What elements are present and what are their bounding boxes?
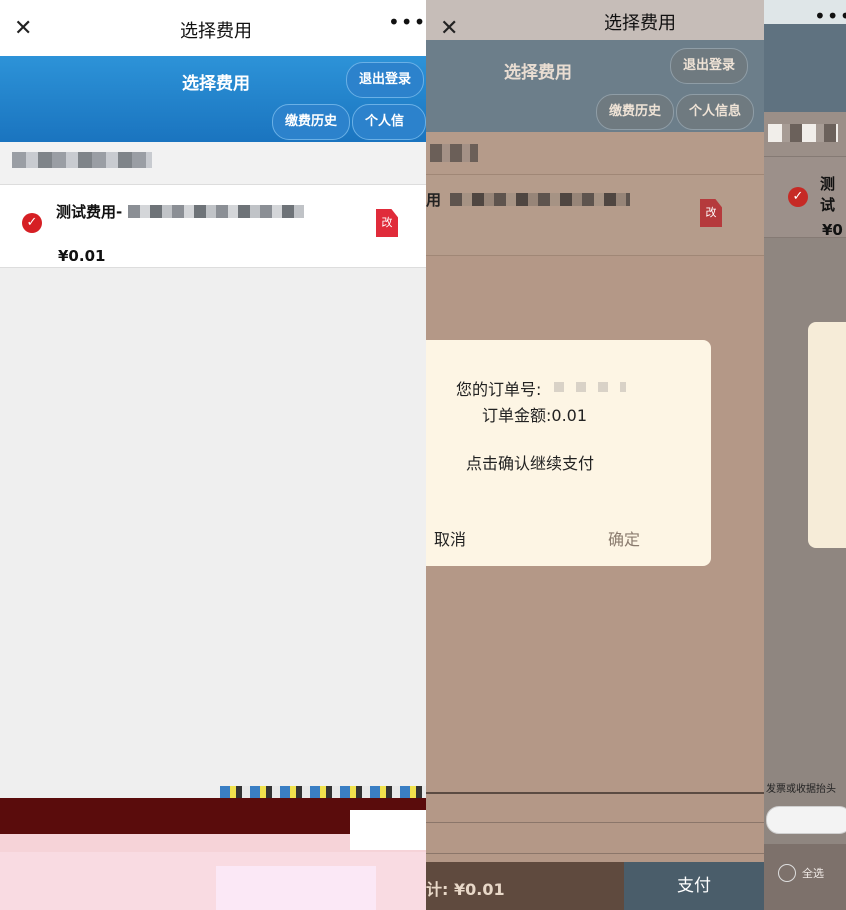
fee-name: 测试 (820, 175, 836, 214)
confirm-button[interactable]: 确定 (608, 526, 640, 550)
fee-name: 用 (426, 191, 442, 209)
invoice-input[interactable] (766, 806, 846, 834)
more-icon[interactable]: ••• (388, 10, 426, 34)
check-icon[interactable]: ✓ (788, 187, 808, 207)
order-total: 计: ¥0.01 (426, 880, 505, 899)
edit-icon[interactable]: 改 (700, 199, 722, 227)
screen-order-confirm: ✕ 选择费用 选择费用 退出登录 缴费历史 个人信息 用 改 您的订单号: 订单… (426, 0, 764, 910)
logout-button[interactable]: 退出登录 (670, 48, 749, 84)
redacted-order-number (554, 382, 626, 392)
check-icon[interactable]: ✓ (22, 213, 42, 233)
payment-history-button[interactable]: 缴费历史 (596, 94, 675, 130)
page-title: 选择费用 (182, 74, 250, 94)
redacted-account (768, 124, 838, 142)
order-confirm-dialog: 您的订单号: 订单金额:0.01 点击确认继续支付 取消 确定 (426, 340, 711, 566)
account-info-band (426, 132, 764, 175)
dialog-edge (808, 322, 846, 548)
order-amount: 订单金额:0.01 (482, 406, 588, 425)
redacted-fee-detail (450, 193, 630, 206)
logout-button[interactable]: 退出登录 (346, 62, 425, 98)
redacted-account (12, 152, 152, 168)
fee-list-item[interactable]: 用 改 (426, 175, 764, 256)
footer-bar: 全选 (764, 844, 846, 910)
window-title: 选择费用 (604, 13, 676, 34)
edit-icon[interactable]: 改 (376, 209, 398, 237)
divider (426, 792, 764, 794)
invoice-label: 发票或收据抬头 (766, 784, 836, 795)
fee-list-item[interactable]: ✓ 测试费用- ¥0.01 改 (0, 185, 426, 268)
account-info-band (0, 142, 426, 185)
close-icon[interactable]: ✕ (14, 16, 32, 41)
screen-fee-selection: ✕ 选择费用 ••• 选择费用 退出登录 缴费历史 个人信息 ✓ 测试费用- ¥… (0, 0, 426, 910)
app-header: 选择费用 退出登录 缴费历史 个人信息 (0, 56, 426, 163)
redacted-account (430, 144, 478, 162)
fee-list-item[interactable]: ✓ 测试 ¥0 (764, 157, 846, 239)
confirm-prompt: 点击确认继续支付 (466, 454, 595, 473)
select-all-label: 全选 (802, 867, 824, 880)
profile-button[interactable]: 个人信息 (676, 94, 755, 130)
close-icon[interactable]: ✕ (440, 16, 458, 41)
render-glitch (350, 810, 426, 850)
cancel-button[interactable]: 取消 (434, 526, 466, 550)
fee-price: ¥0.01 (58, 247, 106, 265)
render-glitch (220, 786, 426, 798)
select-all-radio[interactable] (778, 864, 796, 882)
account-info-band (764, 112, 846, 157)
fee-price: ¥0 (822, 221, 843, 239)
page-title: 选择费用 (504, 63, 572, 83)
redacted-fee-detail (128, 205, 304, 218)
window-title: 选择费用 (180, 21, 252, 42)
profile-button[interactable]: 个人信息 (352, 104, 426, 163)
fee-name: 测试费用- (56, 203, 123, 221)
pay-button[interactable]: 支付 (624, 862, 764, 910)
invoice-input[interactable] (426, 822, 764, 854)
payment-history-button[interactable]: 缴费历史 (272, 104, 351, 140)
screen-fee-partial: ••• ✓ 测试 ¥0 发票或收据抬头 全选 (764, 0, 846, 910)
render-glitch (216, 866, 376, 910)
app-header: 选择费用 退出登录 缴费历史 个人信息 (426, 40, 764, 132)
order-number-label: 您的订单号: (456, 380, 542, 399)
window-title-bar: ✕ 选择费用 ••• (0, 0, 426, 56)
